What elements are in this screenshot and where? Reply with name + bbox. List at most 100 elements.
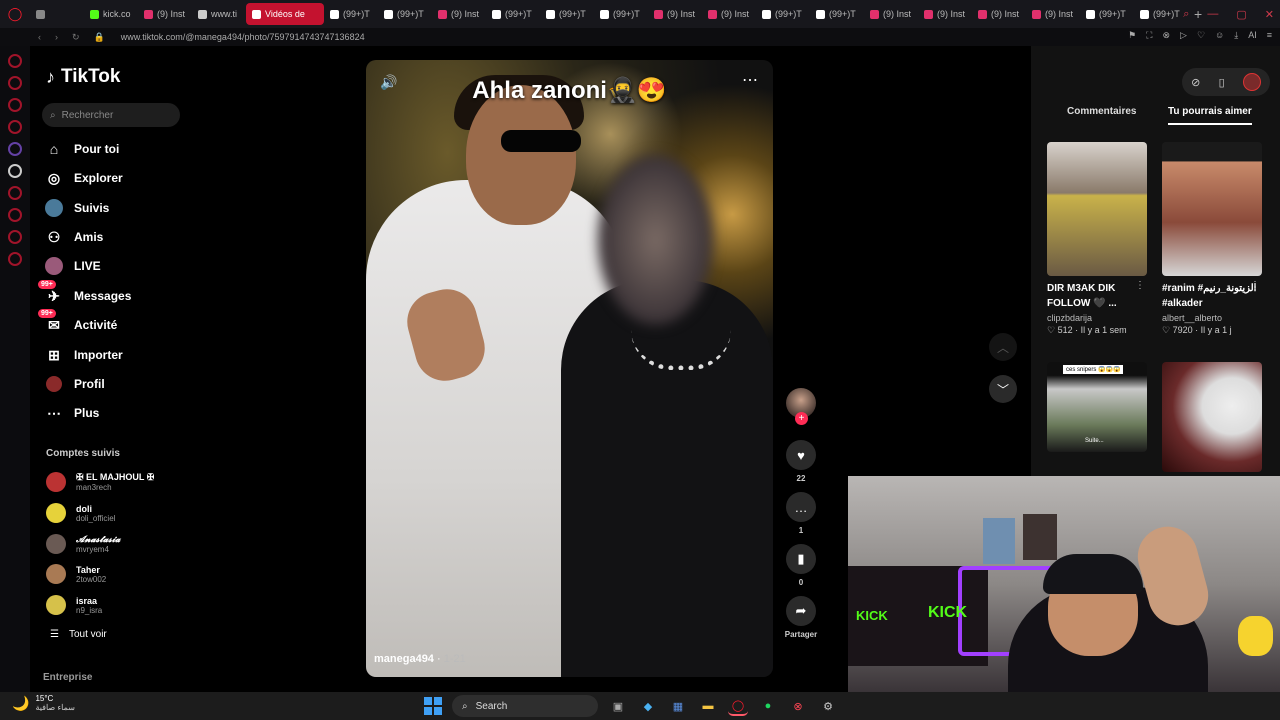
following-account[interactable]: doli doli_officiel — [46, 500, 115, 526]
next-post-button[interactable]: ﹀ — [989, 375, 1017, 403]
nav-item-suivis[interactable]: Suivis — [44, 196, 109, 220]
following-account[interactable]: 𝓐𝓷𝓪𝓼𝓽𝓪𝓼𝓲𝓪 mvryem4 — [46, 531, 120, 557]
account-icon[interactable]: ☺ — [1215, 30, 1224, 41]
reload-icon[interactable]: ↻ — [72, 32, 80, 43]
history-icon[interactable] — [8, 208, 22, 222]
avatar[interactable] — [1242, 73, 1261, 91]
opera-gx-icon[interactable]: ◯ — [728, 696, 748, 716]
nav-item-amis[interactable]: ⚇ Amis — [44, 225, 104, 249]
url-field[interactable]: www.tiktok.com/@manega494/photo/75979147… — [121, 32, 365, 42]
browser-tab[interactable]: www.ti — [192, 3, 246, 25]
heart-icon[interactable]: ♡ — [1197, 30, 1205, 41]
windows-start-icon[interactable] — [424, 697, 442, 715]
browser-tab[interactable]: (9) Inst — [1026, 3, 1080, 25]
x-icon[interactable] — [8, 164, 22, 178]
menu-icon[interactable]: ≡ — [1267, 30, 1272, 41]
play-icon[interactable]: ▷ — [1180, 30, 1187, 41]
tab-you-may-like[interactable]: Tu pourrais aimer — [1168, 106, 1252, 125]
sidebar-mail-icon[interactable] — [8, 120, 22, 134]
post-author[interactable]: manega494 — [374, 653, 434, 665]
weather-widget[interactable]: 🌙 15°C سماء صافية — [12, 694, 75, 712]
see-all-link[interactable]: ☰ Tout voir — [50, 629, 107, 640]
browser-tab[interactable] — [30, 3, 84, 25]
nav-item-plus[interactable]: ⋯ Plus — [44, 401, 99, 425]
browser-tab[interactable]: (9) Inst — [864, 3, 918, 25]
volume-icon[interactable]: 🔊 — [380, 74, 397, 91]
tab-comments[interactable]: Commentaires — [1067, 106, 1136, 123]
creator-avatar-button[interactable]: + — [784, 388, 818, 425]
photo-post[interactable]: Ahla zanoni🥷😍 🔊 ⋯ manega494 · 1-21 — [366, 60, 773, 677]
suggested-video-card[interactable]: ⋮ #ranim #الزيتونة_رنيم #alkader albert_… — [1162, 142, 1262, 336]
adblock-icon[interactable]: ⊗ — [1162, 30, 1170, 41]
ai-icon[interactable]: AI — [1248, 30, 1257, 41]
tiktok-logo[interactable]: ♪ TikTok — [46, 66, 120, 88]
device-icon[interactable]: ▯ — [1219, 76, 1225, 89]
valorant-icon[interactable]: ⊗ — [788, 696, 808, 716]
following-account[interactable]: Taher 2tow002 — [46, 561, 106, 587]
sidebar-player-icon[interactable] — [8, 186, 22, 200]
close-icon[interactable]: ✕ — [1265, 8, 1274, 21]
copilot-icon[interactable]: ◆ — [638, 696, 658, 716]
card-more-icon[interactable]: ⋮ — [1135, 280, 1145, 291]
comment-button[interactable]: … 1 — [784, 492, 818, 535]
browser-tab[interactable]: Vidéos de — [246, 3, 324, 25]
browser-tab[interactable]: (9) Inst — [138, 3, 192, 25]
like-button[interactable]: ♥ 22 — [784, 440, 818, 483]
browser-tab[interactable]: (99+)T — [324, 3, 378, 25]
sidebar-shop-icon[interactable] — [8, 76, 22, 90]
nav-item-pour-toi[interactable]: ⌂ Pour toi — [44, 137, 120, 161]
browser-tab[interactable]: (9) Inst — [648, 3, 702, 25]
nav-item-profil[interactable]: Profil — [44, 372, 105, 396]
spotify-icon[interactable]: ● — [758, 696, 778, 716]
browser-tab[interactable]: kick.co — [84, 3, 138, 25]
browser-tab[interactable]: (9) Inst — [432, 3, 486, 25]
browser-tab[interactable]: (99+)T — [1134, 3, 1188, 25]
file-explorer-icon[interactable]: ▬ — [698, 696, 718, 716]
suggested-video-card[interactable]: ⋮ DIR M3AK DIK FOLLOW 🖤 ... clipzbdarija… — [1047, 142, 1147, 336]
opera-logo-icon[interactable]: ◯ — [0, 0, 30, 28]
following-account[interactable]: israa n9_isra — [46, 592, 102, 618]
more-options-icon[interactable]: ⋯ — [742, 70, 759, 90]
steam-icon[interactable]: ⚙ — [818, 696, 838, 716]
nav-item-live[interactable]: LIVE — [44, 254, 101, 278]
nav-item-messages[interactable]: ✈ 99+ Messages — [38, 280, 131, 308]
browser-tab[interactable]: (99+)T — [378, 3, 432, 25]
suggested-video-card[interactable]: ces snipers 😱😱😱 Suite... — [1047, 362, 1147, 452]
nav-item-activite[interactable]: ✉ 99+ Activité — [38, 309, 117, 337]
footer-entreprise-link[interactable]: Entreprise — [43, 672, 92, 683]
nav-item-explorer[interactable]: ◎ Explorer — [44, 166, 123, 190]
search-tabs-icon[interactable]: ⌕ — [1183, 8, 1189, 21]
browser-tab[interactable]: (99+)T — [486, 3, 540, 25]
browser-tab[interactable]: (99+)T — [1080, 3, 1134, 25]
share-button[interactable]: ➦ Partager — [784, 596, 818, 639]
maximize-icon[interactable]: ▢ — [1236, 8, 1246, 21]
sidebar-extensions-icon[interactable] — [8, 230, 22, 244]
forward-icon[interactable]: › — [55, 32, 58, 43]
browser-tab[interactable]: (9) Inst — [972, 3, 1026, 25]
save-button[interactable]: ▮ 0 — [784, 544, 818, 587]
back-icon[interactable]: ‹ — [38, 32, 41, 43]
sidebar-aria-icon[interactable] — [8, 54, 22, 68]
nav-item-importer[interactable]: ⊞ Importer — [44, 343, 123, 367]
following-account[interactable]: ✠ EL MAJHOUL ✠ man3rech — [46, 469, 154, 495]
settings-icon[interactable] — [8, 252, 22, 266]
browser-tab[interactable]: (99+)T — [810, 3, 864, 25]
download-icon[interactable]: ⤓ — [1234, 30, 1238, 41]
browser-tab[interactable]: (99+)T — [594, 3, 648, 25]
taskbar-search[interactable]: ⌕ Search — [452, 695, 598, 717]
browser-tab[interactable]: (99+)T — [540, 3, 594, 25]
previous-post-button[interactable]: ︿ — [989, 333, 1017, 361]
task-view-icon[interactable]: ▣ — [608, 696, 628, 716]
minimize-icon[interactable]: — — [1207, 8, 1218, 20]
coin-icon[interactable]: ⊘ — [1191, 76, 1200, 89]
snapshot-icon[interactable]: ⛶ — [1146, 30, 1152, 41]
card-more-icon[interactable]: ⋮ — [1250, 280, 1260, 291]
sidebar-chat-icon[interactable] — [8, 98, 22, 112]
twitch-icon[interactable] — [8, 142, 22, 156]
suggested-video-card[interactable] — [1162, 362, 1262, 472]
search-input[interactable]: ⌕ Rechercher — [42, 103, 180, 127]
browser-tab[interactable]: (9) Inst — [702, 3, 756, 25]
bookmark-icon[interactable]: ⚑ — [1128, 30, 1136, 41]
follow-plus-icon[interactable]: + — [795, 412, 808, 425]
store-icon[interactable]: ▦ — [668, 696, 688, 716]
